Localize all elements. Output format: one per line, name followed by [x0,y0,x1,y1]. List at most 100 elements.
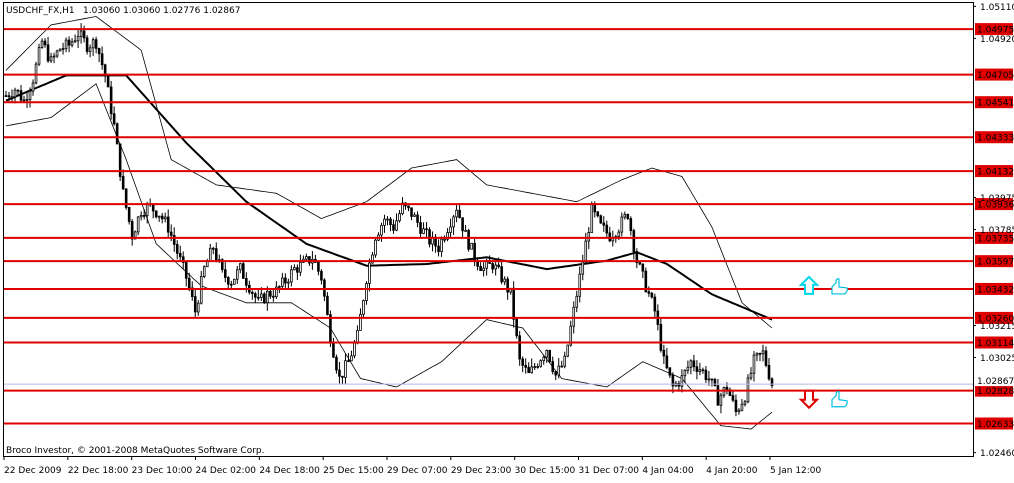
candle-body [266,290,269,304]
candle-body [563,355,567,367]
candle-body [115,123,119,145]
level-price-label: 1.03432 [975,282,1014,295]
candle-body [121,176,125,190]
candle-body [7,95,11,98]
candle-body [548,349,552,362]
candle-body [368,262,371,284]
candle-body [383,218,386,226]
candle-body [716,385,720,406]
x-tick-label: 22 Dec 2009 [4,466,62,476]
candle-body [692,360,696,368]
candle-body [85,37,89,52]
candle [548,349,552,363]
level-label-text: 1.03432 [977,285,1014,295]
candle-body [761,350,765,355]
chart-ohlc-readout: 1.03060 1.03060 1.02776 1.02867 [83,6,240,16]
candle-body [196,302,200,313]
candle-body [467,230,470,250]
x-tick-label: 23 Dec 10:00 [132,466,193,476]
candle-body [281,277,284,287]
candle-body [257,296,260,299]
chart-symbol-title: USDCHF_FX,H1 [6,6,75,16]
candle-body [668,367,672,376]
candle-body [112,113,116,125]
candle [515,317,518,339]
candle-body [713,379,717,387]
candle [263,292,266,304]
candle-body [61,48,65,50]
candle-body [229,283,233,286]
x-tick-label: 29 Dec 07:00 [387,466,448,476]
candle-body [707,378,711,381]
candle-body [695,366,699,372]
candle-body [560,365,564,368]
current-price-text: 1.02867 [977,377,1014,387]
candle-body [154,210,158,218]
candle-body [130,221,134,240]
candle-body [145,204,149,217]
candle-body [503,278,506,283]
candle-body [698,369,702,372]
candle-body [470,242,473,250]
candle-body [239,263,242,271]
candle-body [410,207,413,217]
x-tick-label: 4 Jan 20:00 [706,466,758,476]
candle-body [743,401,747,405]
candle-body [458,209,461,219]
level-price-label: 1.04132 [975,165,1014,178]
candle-body [79,30,83,37]
level-label-text: 1.03597 [977,258,1014,268]
candle-body [16,89,20,92]
candle-body [350,355,353,362]
candle-body [395,220,398,231]
candle-body [136,216,140,233]
candle [118,143,122,181]
candle-body [317,262,320,272]
candle-body [305,256,308,260]
level-price-label: 1.04333 [975,131,1014,144]
candle-body [332,342,335,358]
candle-body [344,360,347,378]
chart-window: 1.04975 1.04705 1.04541 1.04333 1.04132 1.039… [0,0,1014,479]
candle-body [139,215,143,218]
candle-body [575,295,579,308]
candle-body [263,293,266,304]
candle-body [293,267,296,271]
candle-body [347,360,350,363]
candle-body [620,216,624,233]
candle-body [28,90,32,100]
candle-body [641,263,645,272]
candle-body [100,53,104,66]
candle-body [299,261,302,273]
y-tick-label: 1.03975 [980,194,1014,204]
candle-body [242,263,245,279]
candle-body [341,375,344,378]
candle [233,278,236,285]
level-label-text: 1.02828 [977,387,1014,397]
candle-body [632,230,636,253]
candle-body [184,262,188,279]
candle-body [67,39,71,46]
level-label-text: 1.04705 [977,71,1014,81]
candle-body [160,215,164,220]
candle-body [551,361,555,373]
candle-body [380,224,383,236]
candle [362,299,365,318]
candle-body [19,90,23,101]
candle-body [524,364,527,368]
candle [467,228,470,252]
candle-body [353,342,356,357]
candle-body [46,44,50,62]
candle-body [683,369,687,377]
candle-body [94,39,98,49]
candle-body [398,213,401,222]
candle-body [31,82,35,92]
candle [115,122,119,145]
candle-body [290,269,293,283]
candle-body [362,300,365,315]
candle-body [25,99,29,101]
candle-body [419,222,422,234]
candle [746,374,750,404]
candle-body [407,205,410,209]
candle-body [602,222,606,226]
